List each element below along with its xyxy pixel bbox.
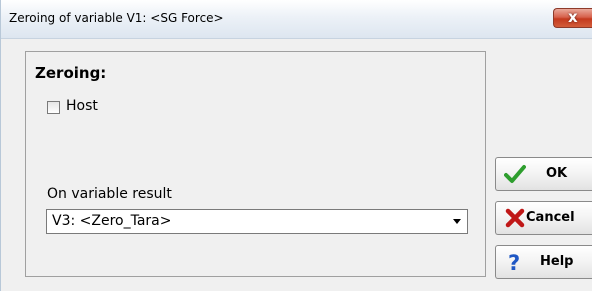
group-title: Zeroing: (35, 64, 107, 82)
result-select-value: V3: <Zero_Tara> (52, 213, 172, 229)
dialog-window: Zeroing of variable V1: <SG Force> x Zer… (0, 0, 592, 291)
result-label: On variable result (47, 186, 172, 202)
cancel-button[interactable]: Cancel (495, 201, 592, 235)
host-checkbox[interactable] (47, 101, 60, 114)
title-bar[interactable]: Zeroing of variable V1: <SG Force> x (1, 0, 592, 39)
close-icon: x (568, 8, 578, 26)
cancel-button-label: Cancel (526, 210, 575, 225)
ok-button-label: OK (546, 166, 568, 181)
window-title: Zeroing of variable V1: <SG Force> (9, 11, 224, 25)
checkmark-icon (504, 165, 526, 183)
chevron-down-icon[interactable] (453, 219, 461, 224)
x-icon (505, 208, 525, 228)
help-button[interactable]: ? Help (495, 245, 592, 279)
result-select[interactable]: V3: <Zero_Tara> (46, 209, 468, 234)
question-icon: ? (508, 251, 520, 273)
svg-text:?: ? (508, 251, 520, 273)
ok-button[interactable]: OK (495, 157, 592, 191)
host-checkbox-label[interactable]: Host (66, 98, 98, 114)
help-button-label: Help (540, 254, 574, 269)
close-button[interactable]: x (553, 8, 592, 28)
zeroing-group: Zeroing: Host On variable result V3: <Ze… (25, 51, 486, 277)
